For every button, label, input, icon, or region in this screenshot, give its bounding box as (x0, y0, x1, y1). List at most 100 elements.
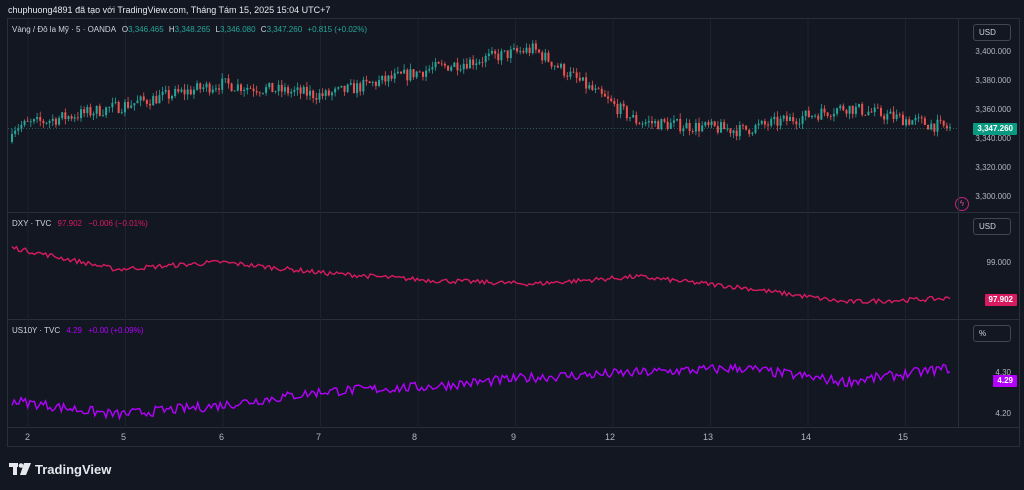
price-candles[interactable] (8, 19, 958, 213)
candle-body (230, 83, 233, 92)
candle-body (196, 83, 199, 90)
candle-body (566, 75, 569, 77)
candle-body (773, 116, 776, 120)
candle-body (11, 133, 13, 142)
candle-body (854, 106, 857, 114)
candle-body (305, 86, 308, 96)
us10y-tick: 4.20 (995, 409, 1011, 418)
candle-body (914, 117, 917, 121)
candle-body (867, 111, 870, 115)
candle-body (29, 121, 32, 123)
candle-body (105, 107, 108, 116)
candle-body (691, 130, 694, 132)
candle-body (666, 121, 669, 129)
candle-body (713, 121, 716, 126)
candle-body (133, 103, 136, 106)
price-pane[interactable]: Vàng / Đô la Mỹ · 5 · OANDA O3,346.465 H… (8, 19, 1019, 213)
price-axis-divider (958, 19, 959, 428)
candle-body (359, 83, 362, 92)
candle-body (719, 122, 722, 133)
candle-body (748, 129, 751, 134)
candle-body (340, 85, 343, 88)
candle-body (14, 130, 17, 134)
candle-body (374, 81, 377, 86)
candle-body (538, 49, 541, 53)
candle-body (594, 88, 597, 90)
candle-body (657, 121, 660, 130)
candle-body (732, 130, 735, 134)
candle-body (406, 69, 409, 81)
candle-body (672, 120, 675, 123)
us10y-pane[interactable]: US10Y · TVC 4.29 +0.00 (+0.09%) % 4.30 4… (8, 320, 1019, 428)
candle-body (80, 109, 83, 119)
candle-body (817, 115, 820, 120)
candle-body (795, 121, 798, 125)
candle-body (820, 108, 823, 120)
us10y-unit-selector[interactable]: % (973, 325, 1011, 342)
us10y-line[interactable] (8, 320, 958, 428)
candle-body (327, 90, 330, 96)
time-tick: 8 (412, 432, 418, 442)
candle-body (45, 122, 48, 124)
candle-body (710, 121, 713, 125)
candle-body (20, 125, 23, 129)
candle-body (553, 65, 556, 67)
candle-body (785, 115, 788, 121)
candle-body (879, 107, 882, 116)
candle-body (139, 96, 142, 101)
candle-body (54, 118, 57, 125)
price-tick: 3,400.000 (975, 47, 1011, 56)
candle-body (199, 83, 202, 90)
candle-body (412, 69, 415, 78)
candle-body (343, 85, 346, 92)
price-tick: 3,380.000 (975, 76, 1011, 85)
candle-body (814, 115, 817, 117)
candle-body (550, 61, 553, 67)
candle-body (481, 61, 484, 63)
chart-frame[interactable]: Vàng / Đô la Mỹ · 5 · OANDA O3,346.465 H… (7, 18, 1020, 447)
candle-body (293, 89, 296, 92)
candle-body (120, 112, 123, 114)
candle-body (650, 120, 653, 124)
candle-body (356, 83, 359, 94)
dxy-symbol: DXY · TVC (12, 219, 52, 228)
dxy-line[interactable] (8, 213, 958, 320)
candle-body (509, 49, 512, 59)
candle-body (302, 86, 305, 94)
time-tick: 14 (801, 432, 812, 442)
candle-body (701, 125, 704, 132)
price-tick: 3,320.000 (975, 163, 1011, 172)
candle-body (189, 89, 192, 95)
candle-body (123, 102, 126, 113)
time-tick: 5 (121, 432, 127, 442)
candle-body (51, 118, 54, 122)
candle-body (864, 114, 867, 116)
close-value: 3,347.260 (266, 25, 303, 34)
last-price-tag: 3,347.260 (973, 123, 1017, 135)
candle-body (478, 61, 481, 64)
candle-body (170, 96, 173, 99)
dxy-pane[interactable]: DXY · TVC 97.902 −0.006 (−0.01%) USD 99.… (8, 213, 1019, 320)
candle-body (167, 90, 170, 99)
candle-body (939, 119, 942, 121)
candle-body (76, 117, 79, 119)
candle-body (443, 63, 446, 66)
candle-body (779, 118, 782, 126)
candle-body (70, 116, 73, 119)
candle-body (183, 89, 186, 95)
candle-body (447, 65, 450, 71)
currency-selector[interactable]: USD (973, 24, 1011, 41)
candle-body (258, 92, 261, 94)
candle-body (607, 96, 610, 99)
candle-body (905, 119, 908, 126)
time-axis[interactable]: 2 5 6 7 8 9 12 13 14 15 (8, 428, 1019, 446)
candle-body (117, 101, 120, 113)
candle-body (428, 69, 431, 71)
candle-body (556, 65, 559, 68)
candle-body (214, 88, 217, 90)
time-tick: 12 (605, 432, 616, 442)
candle-body (685, 122, 688, 129)
candle-body (745, 125, 748, 130)
candle-body (741, 125, 744, 126)
dxy-currency-selector[interactable]: USD (973, 218, 1011, 235)
